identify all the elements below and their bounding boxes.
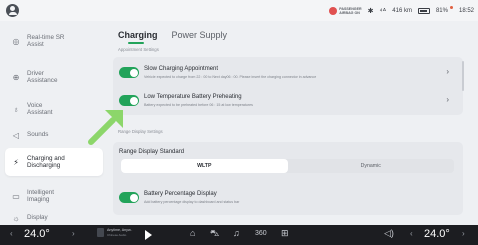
sidebar-item-charging-discharging[interactable]: ⚡ Charging and Discharging xyxy=(5,148,103,176)
airbag-status-text: PASSENGER AIRBAG ON xyxy=(339,6,362,15)
slow-charging-subtitle: Vehicle expected to charge from 22 : 00 … xyxy=(144,75,317,79)
pointer-arrow-icon xyxy=(88,110,123,145)
bluetooth-icon: ✱ xyxy=(367,7,374,15)
brightness-icon: ☼ xyxy=(12,213,20,223)
media-subtitle: Chinese Audio xyxy=(107,232,127,237)
sidebar-item-label: Charging and Discharging xyxy=(27,154,65,170)
sidebar-item-label: Sounds xyxy=(27,131,49,139)
tab-power-supply[interactable]: Power Supply xyxy=(172,30,228,44)
battery-percentage-row[interactable]: Battery Percentage Display Add battery p… xyxy=(113,184,463,212)
sidebar-item-label: Real-time SR Assist xyxy=(27,33,65,49)
temperature-right[interactable]: 24.0° xyxy=(424,228,450,240)
appointment-card: Slow Charging Appointment Vehicle expect… xyxy=(113,57,463,115)
battery-icon xyxy=(417,7,430,14)
sidebar-item-driver-assistance[interactable]: ⊕ Driver Assistance xyxy=(5,63,103,91)
sidebar-item-label: Voice Assistant xyxy=(27,101,53,117)
airbag-indicator: PASSENGER AIRBAG ON xyxy=(329,6,362,15)
chevron-right-icon[interactable]: › xyxy=(446,67,449,76)
range-standard-selector: WLTP Dynamic xyxy=(121,159,454,173)
tab-bar: Charging Power Supply xyxy=(118,30,227,44)
temp-right-decrease-icon[interactable]: ‹ xyxy=(410,229,413,238)
battery-percent: 81% xyxy=(435,7,448,14)
low-temp-preheat-subtitle: Battery expected to be preheated before … xyxy=(144,103,253,107)
slow-charging-toggle[interactable] xyxy=(119,67,139,78)
appointment-settings-heading: Appointment Settings xyxy=(118,47,159,52)
music-icon[interactable]: ♫ xyxy=(233,228,240,238)
sidebar-item-intelligent-imaging[interactable]: ▭ Intelligent Imaging xyxy=(5,182,103,210)
low-temp-preheat-row[interactable]: Low Temperature Battery Preheating Batte… xyxy=(113,87,463,115)
range-option-wltp[interactable]: WLTP xyxy=(121,159,288,173)
camera-360-icon[interactable]: 360 xyxy=(255,230,267,237)
camera-icon: ▭ xyxy=(12,191,20,201)
tab-charging[interactable]: Charging xyxy=(118,30,158,44)
temp-right-increase-icon[interactable]: › xyxy=(462,229,465,238)
album-art-icon xyxy=(97,228,104,237)
user-profile-icon[interactable] xyxy=(6,4,19,17)
low-temp-preheat-title: Low Temperature Battery Preheating xyxy=(144,94,242,100)
apps-grid-icon[interactable]: ⊞ xyxy=(281,228,289,239)
battery-percentage-title: Battery Percentage Display xyxy=(144,191,217,197)
speaker-icon: ◁ xyxy=(12,130,20,140)
status-bar: PASSENGER AIRBAG ON ✱ ⁴ᐞ 416 km 81% 18:5… xyxy=(0,0,478,21)
volume-icon[interactable]: ◁) xyxy=(384,228,394,239)
status-indicators: PASSENGER AIRBAG ON ✱ ⁴ᐞ 416 km 81% 18:5… xyxy=(329,0,474,21)
charging-settings-panel: Charging Power Supply Appointment Settin… xyxy=(106,21,472,225)
range-display-card: Range Display Standard WLTP Dynamic Batt… xyxy=(113,142,463,215)
airbag-icon xyxy=(329,6,338,15)
sidebar-item-label: Display xyxy=(27,214,48,222)
battery-percentage-subtitle: Add battery percentage display to dashbo… xyxy=(144,200,240,204)
voice-icon: ♁ xyxy=(13,104,19,114)
slow-charging-title: Slow Charging Appointment xyxy=(144,66,219,72)
play-icon[interactable] xyxy=(145,230,152,240)
clock: 18:52 xyxy=(458,7,474,14)
battery-percentage-toggle[interactable] xyxy=(119,192,139,203)
temp-left-decrease-icon[interactable]: ‹ xyxy=(10,229,13,238)
signal-4g-icon: ⁴ᐞ xyxy=(379,7,387,15)
sidebar-item-label: Intelligent Imaging xyxy=(27,188,54,204)
sidebar-item-label: Driver Assistance xyxy=(27,69,58,85)
charging-indicator-icon xyxy=(449,6,453,9)
chevron-right-icon[interactable]: › xyxy=(446,95,449,104)
steering-icon: ⊕ xyxy=(12,72,20,82)
range-standard-label: Range Display Standard xyxy=(119,149,185,155)
scrollbar[interactable] xyxy=(462,61,464,91)
sidebar-item-realtime-sr-assist[interactable]: ◎ Real-time SR Assist xyxy=(5,27,103,55)
home-icon[interactable]: ⌂ xyxy=(190,228,195,238)
sr-assist-icon: ◎ xyxy=(12,36,20,46)
temp-left-increase-icon[interactable]: › xyxy=(72,229,75,238)
media-widget[interactable]: Anytime, Anyw.. Chinese Audio xyxy=(97,228,132,237)
plug-icon: ⚡ xyxy=(13,157,19,167)
bottom-dock: ‹ 24.0° › Anytime, Anyw.. Chinese Audio … xyxy=(0,225,478,245)
car-icon[interactable]: ⛍ xyxy=(210,228,219,240)
range-readout: 416 km xyxy=(392,7,412,14)
temperature-left[interactable]: 24.0° xyxy=(24,228,50,240)
range-option-dynamic[interactable]: Dynamic xyxy=(288,159,455,173)
slow-charging-row[interactable]: Slow Charging Appointment Vehicle expect… xyxy=(113,59,463,87)
